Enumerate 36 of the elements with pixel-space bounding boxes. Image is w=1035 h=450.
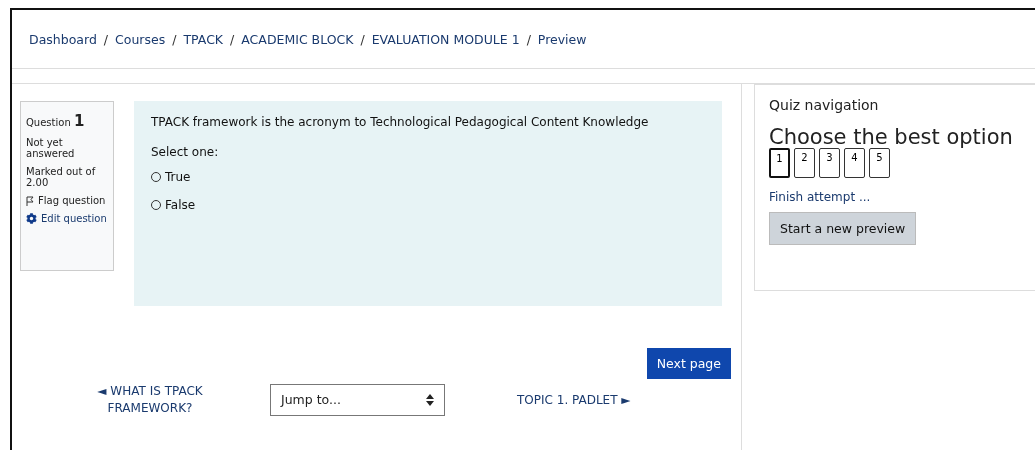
flag-question-link[interactable]: Flag question (38, 195, 106, 206)
next-page-button[interactable]: Next page (646, 348, 731, 379)
breadcrumb-link[interactable]: Courses (115, 31, 166, 47)
edit-question-link[interactable]: Edit question (41, 213, 107, 224)
question-nav-button[interactable]: 2 (794, 148, 815, 178)
flag-icon[interactable] (26, 195, 34, 206)
previous-activity-link[interactable]: ◄ WHAT IS TPACK FRAMEWORK? (60, 383, 240, 417)
breadcrumb-separator: / (526, 31, 531, 47)
question-status: Not yet answered (26, 137, 76, 159)
next-activity-link[interactable]: TOPIC 1. PADLET ► (517, 392, 631, 407)
question-marks: Marked out of 2.00 (26, 166, 97, 188)
breadcrumb-link[interactable]: Dashboard (29, 31, 97, 47)
breadcrumb-link[interactable]: ACADEMIC BLOCK (241, 31, 354, 47)
breadcrumb-separator: / (230, 31, 235, 47)
breadcrumb-separator: / (172, 31, 177, 47)
question-nav-button[interactable]: 1 (769, 148, 790, 178)
panel-title: Quiz navigation (769, 97, 880, 113)
breadcrumb-link[interactable]: Preview (537, 31, 587, 47)
breadcrumb-separator: / (103, 31, 109, 47)
caret-icon (426, 393, 434, 406)
question-text: TPACK framework is the acronym to Technological Pedagogical Content Knowledge (151, 115, 650, 129)
new-preview-button[interactable]: Start a new preview (769, 212, 917, 245)
finish-attempt-link[interactable]: Finish attempt ... (769, 190, 1021, 204)
question-number: Question 1 (26, 112, 86, 130)
question-nav-button[interactable]: 4 (844, 148, 865, 178)
breadcrumb-separator: / (360, 31, 365, 47)
section-heading: Choose the best option (769, 127, 1014, 148)
question-nav-button[interactable]: 5 (869, 148, 890, 178)
settings-icon[interactable] (26, 213, 37, 224)
breadcrumb-link[interactable]: EVALUATION MODULE 1 (371, 31, 520, 47)
question-prompt: Select one: (151, 145, 220, 159)
question-nav-button[interactable]: 3 (819, 148, 840, 178)
jump-to-select[interactable]: Jump to... (270, 383, 445, 416)
breadcrumb-link[interactable]: TPACK (183, 31, 224, 47)
option-label[interactable]: True (165, 170, 191, 184)
option-label[interactable]: False (165, 198, 196, 212)
